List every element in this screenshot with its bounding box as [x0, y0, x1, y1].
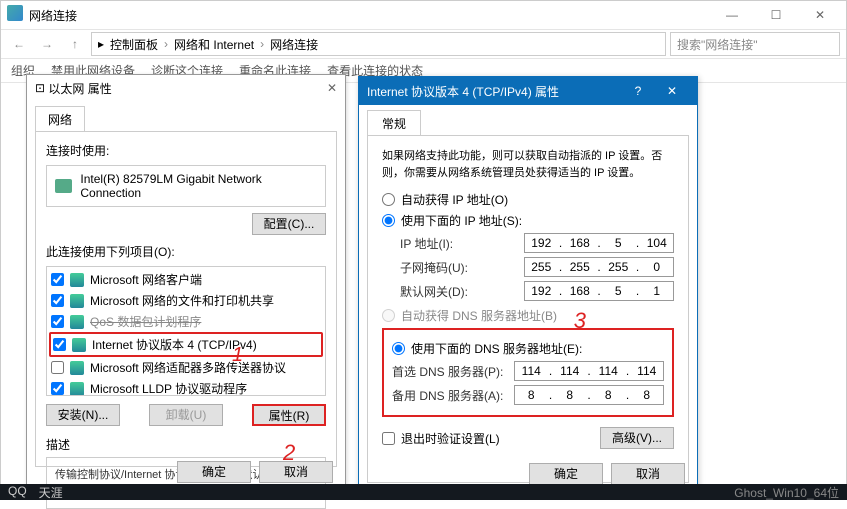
taskbar-item[interactable]: QQ: [8, 484, 27, 501]
connect-using-label: 连接时使用:: [46, 142, 326, 159]
list-item[interactable]: Microsoft 网络适配器多路传送器协议: [49, 357, 323, 378]
ethernet-properties-dialog: ⊡ 以太网 属性 ✕ 网络 连接时使用: Intel(R) 82579LM Gi…: [26, 74, 346, 492]
dns-group-highlight: 3 使用下面的 DNS 服务器地址(E): 首选 DNS 服务器(P): 114…: [382, 328, 674, 417]
help-icon[interactable]: ?: [621, 84, 655, 98]
breadcrumb[interactable]: 网络连接: [270, 36, 318, 53]
close-button[interactable]: ✕: [798, 1, 842, 29]
subnet-mask-input[interactable]: 255.255.255.0: [524, 257, 674, 277]
ip-label: IP 地址(I):: [400, 235, 524, 252]
item-checkbox[interactable]: [51, 315, 64, 328]
search-input[interactable]: 搜索"网络连接": [670, 32, 840, 56]
gateway-label: 默认网关(D):: [400, 283, 524, 300]
item-checkbox[interactable]: [51, 382, 64, 395]
dialog-title: 以太网 属性: [48, 80, 327, 97]
install-button[interactable]: 安装(N)...: [46, 404, 120, 426]
component-icon: [70, 315, 84, 329]
chevron-right-icon: ›: [260, 37, 264, 51]
chevron-right-icon: ›: [164, 37, 168, 51]
ok-button[interactable]: 确定: [177, 461, 251, 483]
breadcrumb[interactable]: 网络和 Internet: [174, 36, 254, 53]
cancel-button[interactable]: 取消: [259, 461, 333, 483]
dialog-titlebar: Internet 协议版本 4 (TCP/IPv4) 属性 ? ✕: [359, 77, 697, 105]
dialog-titlebar: ⊡ 以太网 属性 ✕: [27, 75, 345, 101]
uninstall-button[interactable]: 卸载(U): [149, 404, 223, 426]
items-listbox[interactable]: Microsoft 网络客户端 Microsoft 网络的文件和打印机共享 Qo…: [46, 266, 326, 396]
mask-label: 子网掩码(U):: [400, 259, 524, 276]
breadcrumb[interactable]: 控制面板: [110, 36, 158, 53]
ethernet-icon: ⊡: [35, 81, 45, 95]
radio-auto-dns: 自动获得 DNS 服务器地址(B): [382, 307, 674, 324]
ok-button[interactable]: 确定: [529, 463, 603, 485]
tab-strip: 常规: [359, 105, 697, 135]
explorer-nav: ← → ↑ ▸ 控制面板 › 网络和 Internet › 网络连接 搜索"网络…: [1, 29, 846, 59]
items-label: 此连接使用下列项目(O):: [46, 243, 326, 260]
taskbar-item[interactable]: 天涯: [39, 484, 63, 501]
radio-use-dns[interactable]: 使用下面的 DNS 服务器地址(E):: [392, 340, 664, 357]
annotation-3: 3: [574, 308, 586, 334]
address-bar[interactable]: ▸ 控制面板 › 网络和 Internet › 网络连接: [91, 32, 666, 56]
addressbar-icon: ▸: [98, 37, 104, 51]
nav-back-icon[interactable]: ←: [7, 32, 31, 56]
tab-general[interactable]: 常规: [367, 110, 421, 136]
component-icon: [70, 294, 84, 308]
item-checkbox[interactable]: [51, 361, 64, 374]
dns1-label: 首选 DNS 服务器(P):: [392, 363, 514, 380]
taskbar: QQ 天涯 Ghost_Win10_64位: [0, 484, 847, 500]
configure-button[interactable]: 配置(C)...: [252, 213, 326, 235]
nav-forward-icon[interactable]: →: [35, 32, 59, 56]
validate-checkbox[interactable]: 退出时验证设置(L): [382, 430, 600, 447]
maximize-button[interactable]: ☐: [754, 1, 798, 29]
item-checkbox[interactable]: [51, 273, 64, 286]
annotation-1: 1: [232, 344, 243, 367]
gateway-input[interactable]: 192.168.5.1: [524, 281, 674, 301]
adapter-box: Intel(R) 82579LM Gigabit Network Connect…: [46, 165, 326, 207]
window-title: 网络连接: [5, 7, 77, 24]
tab-pane: 连接时使用: Intel(R) 82579LM Gigabit Network …: [35, 131, 337, 467]
component-icon: [72, 338, 86, 352]
item-checkbox[interactable]: [51, 294, 64, 307]
nav-up-icon[interactable]: ↑: [63, 32, 87, 56]
ip-address-input[interactable]: 192.168.5.104: [524, 233, 674, 253]
properties-button[interactable]: 属性(R): [252, 404, 326, 426]
component-icon: [70, 273, 84, 287]
tab-pane: 如果网络支持此功能，则可以获取自动指派的 IP 设置。否则，你需要从网络系统管理…: [367, 135, 689, 483]
alternate-dns-input[interactable]: 8.8.8.8: [514, 385, 664, 405]
close-icon[interactable]: ✕: [655, 84, 689, 98]
list-item[interactable]: Microsoft 网络的文件和打印机共享: [49, 290, 323, 311]
item-checkbox[interactable]: [53, 338, 66, 351]
intro-text: 如果网络支持此功能，则可以获取自动指派的 IP 设置。否则，你需要从网络系统管理…: [382, 148, 674, 181]
minimize-button[interactable]: —: [710, 1, 754, 29]
cancel-button[interactable]: 取消: [611, 463, 685, 485]
list-item[interactable]: Microsoft LLDP 协议驱动程序: [49, 378, 323, 396]
ipv4-properties-dialog: Internet 协议版本 4 (TCP/IPv4) 属性 ? ✕ 常规 如果网…: [358, 76, 698, 494]
primary-dns-input[interactable]: 114.114.114.114: [514, 361, 664, 381]
list-item[interactable]: Microsoft 网络客户端: [49, 269, 323, 290]
dialog-title: Internet 协议版本 4 (TCP/IPv4) 属性: [367, 83, 621, 100]
component-icon: [70, 382, 84, 396]
explorer-titlebar: 网络连接 — ☐ ✕: [1, 1, 846, 29]
list-item[interactable]: QoS 数据包计划程序: [49, 311, 323, 332]
radio-auto-ip[interactable]: 自动获得 IP 地址(O): [382, 191, 674, 208]
nic-icon: [55, 179, 72, 193]
advanced-button[interactable]: 高级(V)...: [600, 427, 674, 449]
taskbar-right: Ghost_Win10_64位: [726, 484, 847, 501]
radio-use-ip[interactable]: 使用下面的 IP 地址(S):: [382, 212, 674, 229]
dns2-label: 备用 DNS 服务器(A):: [392, 387, 514, 404]
tab-strip: 网络: [27, 101, 345, 131]
close-icon[interactable]: ✕: [327, 81, 337, 95]
adapter-name: Intel(R) 82579LM Gigabit Network Connect…: [80, 172, 317, 200]
list-item-tcpipv4[interactable]: Internet 协议版本 4 (TCP/IPv4): [49, 332, 323, 357]
component-icon: [70, 361, 84, 375]
tab-network[interactable]: 网络: [35, 106, 85, 132]
